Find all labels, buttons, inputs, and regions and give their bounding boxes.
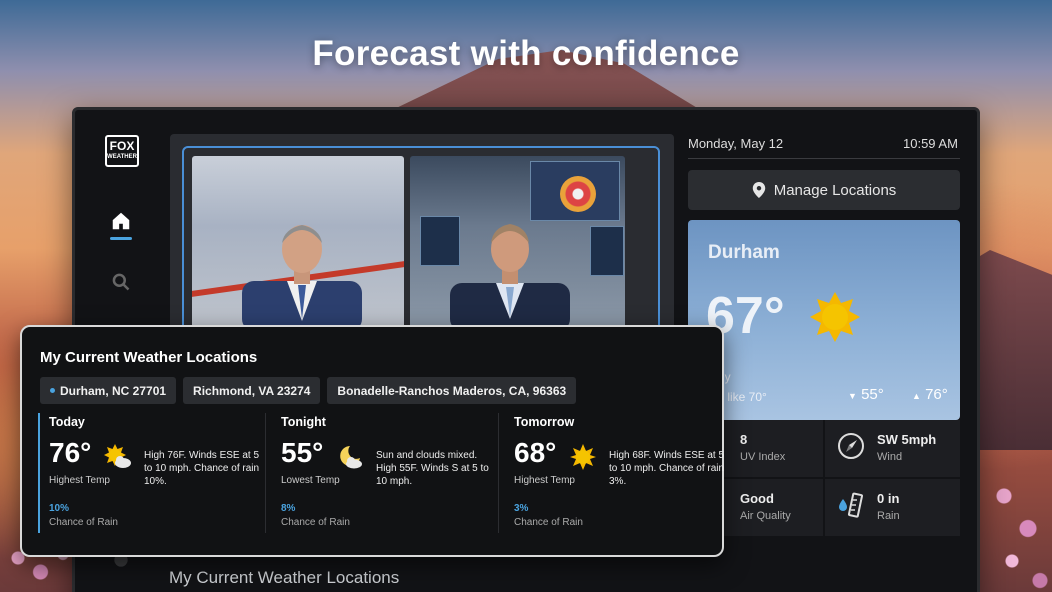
search-icon[interactable] — [111, 272, 131, 292]
forecast-today[interactable]: Today 76° Highest Temp High 76F. Winds E… — [38, 413, 271, 533]
stat-wind: SW 5mph Wind — [825, 420, 960, 477]
manage-locations-label: Manage Locations — [773, 181, 897, 199]
partly-sunny-icon — [104, 444, 131, 468]
current-date: Monday, May 12 — [688, 136, 784, 151]
city-name: Durham — [708, 242, 780, 263]
sun-icon — [570, 444, 596, 470]
arrow-up-icon: ▲ — [912, 391, 921, 401]
forecast-tonight[interactable]: Tonight 55° Lowest Temp Sun and clouds m… — [272, 413, 505, 533]
location-chips: Durham, NC 27701 Richmond, VA 23274 Bona… — [40, 377, 577, 404]
locations-section-title: My Current Weather Locations — [169, 568, 400, 587]
current-weather-locations-panel: My Current Weather Locations Durham, NC … — [20, 325, 724, 557]
selected-dot-icon — [50, 388, 55, 393]
location-chip-richmond[interactable]: Richmond, VA 23274 — [183, 377, 321, 404]
feels-like: s like 70° — [718, 390, 767, 404]
sun-icon — [810, 292, 860, 342]
forecast-divider — [265, 413, 266, 533]
header-divider — [688, 158, 960, 159]
headline: Forecast with confidence — [312, 34, 740, 73]
panel-title: My Current Weather Locations — [40, 349, 258, 366]
current-weather-card[interactable]: Durham 67° ny s like 70° ▼ 55° ▲ 76° — [688, 220, 960, 420]
live-video-player[interactable] — [170, 134, 674, 336]
video-feed-left — [192, 156, 404, 331]
moon-cloud-icon — [340, 446, 362, 469]
compass-icon — [838, 433, 864, 459]
high-temp: ▲ 76° — [912, 386, 948, 403]
manage-locations-button[interactable]: Manage Locations — [688, 170, 960, 210]
arrow-down-icon: ▼ — [848, 391, 857, 401]
low-temp: ▼ 55° — [848, 386, 884, 403]
video-feed-right — [410, 156, 625, 331]
stat-rain: 0 in Rain — [825, 479, 960, 536]
rain-gauge-icon — [839, 492, 863, 518]
forecast-tomorrow[interactable]: Tomorrow 68° Highest Temp High 68F. Wind… — [505, 413, 738, 533]
location-chip-bonadelle[interactable]: Bonadelle-Ranchos Maderos, CA, 96363 — [327, 377, 577, 404]
location-pin-icon — [752, 182, 765, 198]
forecast-divider — [498, 413, 499, 533]
current-time: 10:59 AM — [903, 136, 958, 151]
location-chip-durham[interactable]: Durham, NC 27701 — [40, 377, 177, 404]
fox-weather-logo: FOX WEATHER — [105, 135, 139, 167]
home-icon[interactable] — [110, 210, 132, 232]
video-focus-frame — [182, 146, 660, 336]
background-flowers-right — [980, 470, 1052, 592]
nav-selected-indicator — [110, 237, 132, 240]
